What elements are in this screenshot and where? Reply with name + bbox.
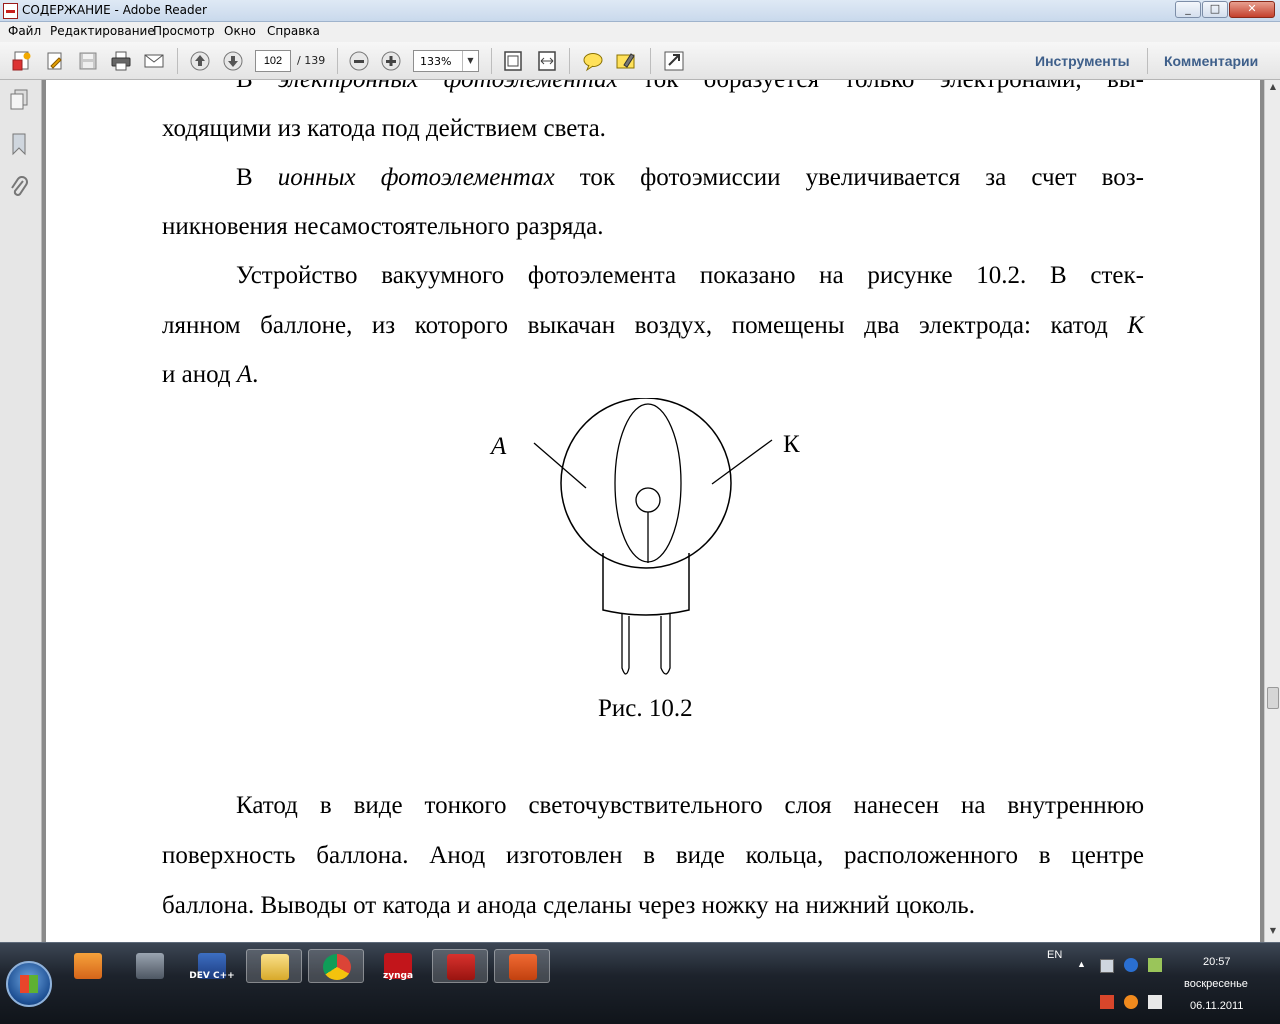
page-total: / 139 (297, 54, 326, 67)
comments-button[interactable]: Комментарии (1164, 53, 1258, 69)
clock-day: воскресенье (1184, 978, 1248, 990)
scroll-up-icon[interactable]: ▲ (1267, 82, 1279, 94)
toolbar-divider (569, 48, 570, 74)
glass-bulb (560, 398, 732, 569)
text-line: Катод в виде тонкого светочувствительног… (236, 792, 1144, 819)
chrome-icon[interactable] (308, 949, 364, 983)
antivirus-icon[interactable] (1124, 995, 1138, 1009)
chevron-down-icon[interactable]: ▼ (462, 51, 478, 71)
page-thumbnails-icon[interactable] (8, 88, 30, 112)
anode-label: А (489, 433, 507, 460)
text-line: В электронных фотоэлементах ток образует… (236, 80, 1144, 94)
network-icon[interactable] (1100, 959, 1114, 973)
full-screen-icon[interactable] (662, 50, 686, 72)
device-icon[interactable] (1148, 958, 1162, 972)
scroll-thumb[interactable] (1267, 687, 1279, 709)
text-line: лянном баллоне, из которого выкачан возд… (162, 312, 1144, 339)
maximize-button[interactable]: □ (1202, 1, 1228, 18)
navigation-panel (0, 80, 42, 942)
bookmarks-icon[interactable] (8, 132, 30, 156)
toolbar-divider (650, 48, 651, 74)
page-number-input[interactable] (255, 50, 291, 72)
document-area: В электронных фотоэлементах ток образует… (42, 80, 1264, 942)
clock-date: 06.11.2011 (1190, 1000, 1244, 1012)
pin-right (660, 614, 671, 675)
previous-page-icon[interactable] (188, 50, 212, 72)
toolbar-divider (1147, 48, 1148, 74)
anode-pointer (533, 442, 587, 489)
text-line: ходящими из катода под действием света. (162, 115, 606, 142)
media-player-icon[interactable] (60, 949, 116, 983)
save-icon[interactable] (76, 50, 100, 72)
toolbar: / 139 133% ▼ Инструменты Комментарии (0, 42, 1280, 80)
next-page-icon[interactable] (221, 50, 245, 72)
menu-window[interactable]: Окно (224, 24, 256, 38)
fit-width-icon[interactable] (535, 50, 559, 72)
menu-bar: Файл Редактирование Просмотр Окно Справк… (0, 22, 1280, 42)
zoom-out-icon[interactable] (347, 50, 371, 72)
create-pdf-icon[interactable] (10, 50, 34, 72)
taskbar: DEV C++ zynga EN ▲ 20:57 воскресенье 06.… (0, 942, 1280, 1024)
fit-page-icon[interactable] (501, 50, 525, 72)
dev-cpp-icon[interactable]: DEV C++ (184, 949, 240, 983)
text-line: баллона. Выводы от катода и анода сделан… (162, 892, 975, 919)
zynga-icon[interactable]: zynga (370, 949, 426, 983)
text-line: В ионных фотоэлементах ток фотоэмиссии у… (236, 164, 1144, 191)
text-line: Устройство вакуумного фотоэлемента показ… (236, 262, 1144, 289)
text-line: и анод А. (162, 361, 259, 388)
scroll-down-icon[interactable]: ▼ (1267, 926, 1279, 938)
figure-caption: Рис. 10.2 (598, 695, 693, 722)
cathode-label: К (783, 431, 800, 458)
zoom-in-icon[interactable] (379, 50, 403, 72)
menu-view[interactable]: Просмотр (153, 24, 215, 38)
highlight-icon[interactable] (614, 50, 638, 72)
toolbar-divider (491, 48, 492, 74)
text-line: поверхность баллона. Анод изготовлен в в… (162, 842, 1144, 869)
toolbar-divider (337, 48, 338, 74)
language-indicator[interactable]: EN (1047, 949, 1062, 961)
explorer-icon[interactable] (246, 949, 302, 983)
title-bar: СОДЕРЖАНИЕ - Adobe Reader _ □ ✕ (0, 0, 1280, 22)
text-line: никновения несамостоятельного разряда. (162, 213, 604, 240)
menu-file[interactable]: Файл (8, 24, 41, 38)
tools-button[interactable]: Инструменты (1035, 53, 1130, 69)
menu-help[interactable]: Справка (267, 24, 320, 38)
photocell-figure: А К (489, 398, 800, 675)
zoom-value: 133% (420, 55, 452, 68)
adobe-reader-icon (3, 3, 18, 19)
attachments-icon[interactable] (8, 175, 30, 199)
email-icon[interactable] (142, 50, 166, 72)
anode-center (635, 487, 661, 513)
archive-icon[interactable] (122, 949, 178, 983)
adobe-reader-task-icon[interactable] (432, 949, 488, 983)
update-icon[interactable] (1124, 958, 1138, 972)
volume-muted-icon[interactable] (1100, 995, 1114, 1009)
print-icon[interactable] (109, 50, 133, 72)
close-button[interactable]: ✕ (1229, 1, 1275, 18)
speaker-icon[interactable] (1148, 995, 1162, 1009)
pin-left (621, 614, 630, 675)
vertical-scrollbar[interactable]: ▲ ▼ (1264, 80, 1280, 942)
zoom-select[interactable]: 133% ▼ (413, 50, 479, 72)
minimize-button[interactable]: _ (1175, 1, 1201, 18)
pdf-page: В электронных фотоэлементах ток образует… (46, 80, 1260, 942)
toolbar-divider (177, 48, 178, 74)
comment-icon[interactable] (581, 50, 605, 72)
show-hidden-icons-icon[interactable]: ▲ (1077, 959, 1086, 969)
start-button[interactable] (6, 961, 52, 1007)
window-title: СОДЕРЖАНИЕ - Adobe Reader (22, 3, 207, 17)
menu-edit[interactable]: Редактирование (50, 24, 155, 38)
clock-time[interactable]: 20:57 (1203, 956, 1231, 968)
edit-document-icon[interactable] (43, 50, 67, 72)
powerpoint-icon[interactable] (494, 949, 550, 983)
cathode-pointer (711, 439, 773, 485)
